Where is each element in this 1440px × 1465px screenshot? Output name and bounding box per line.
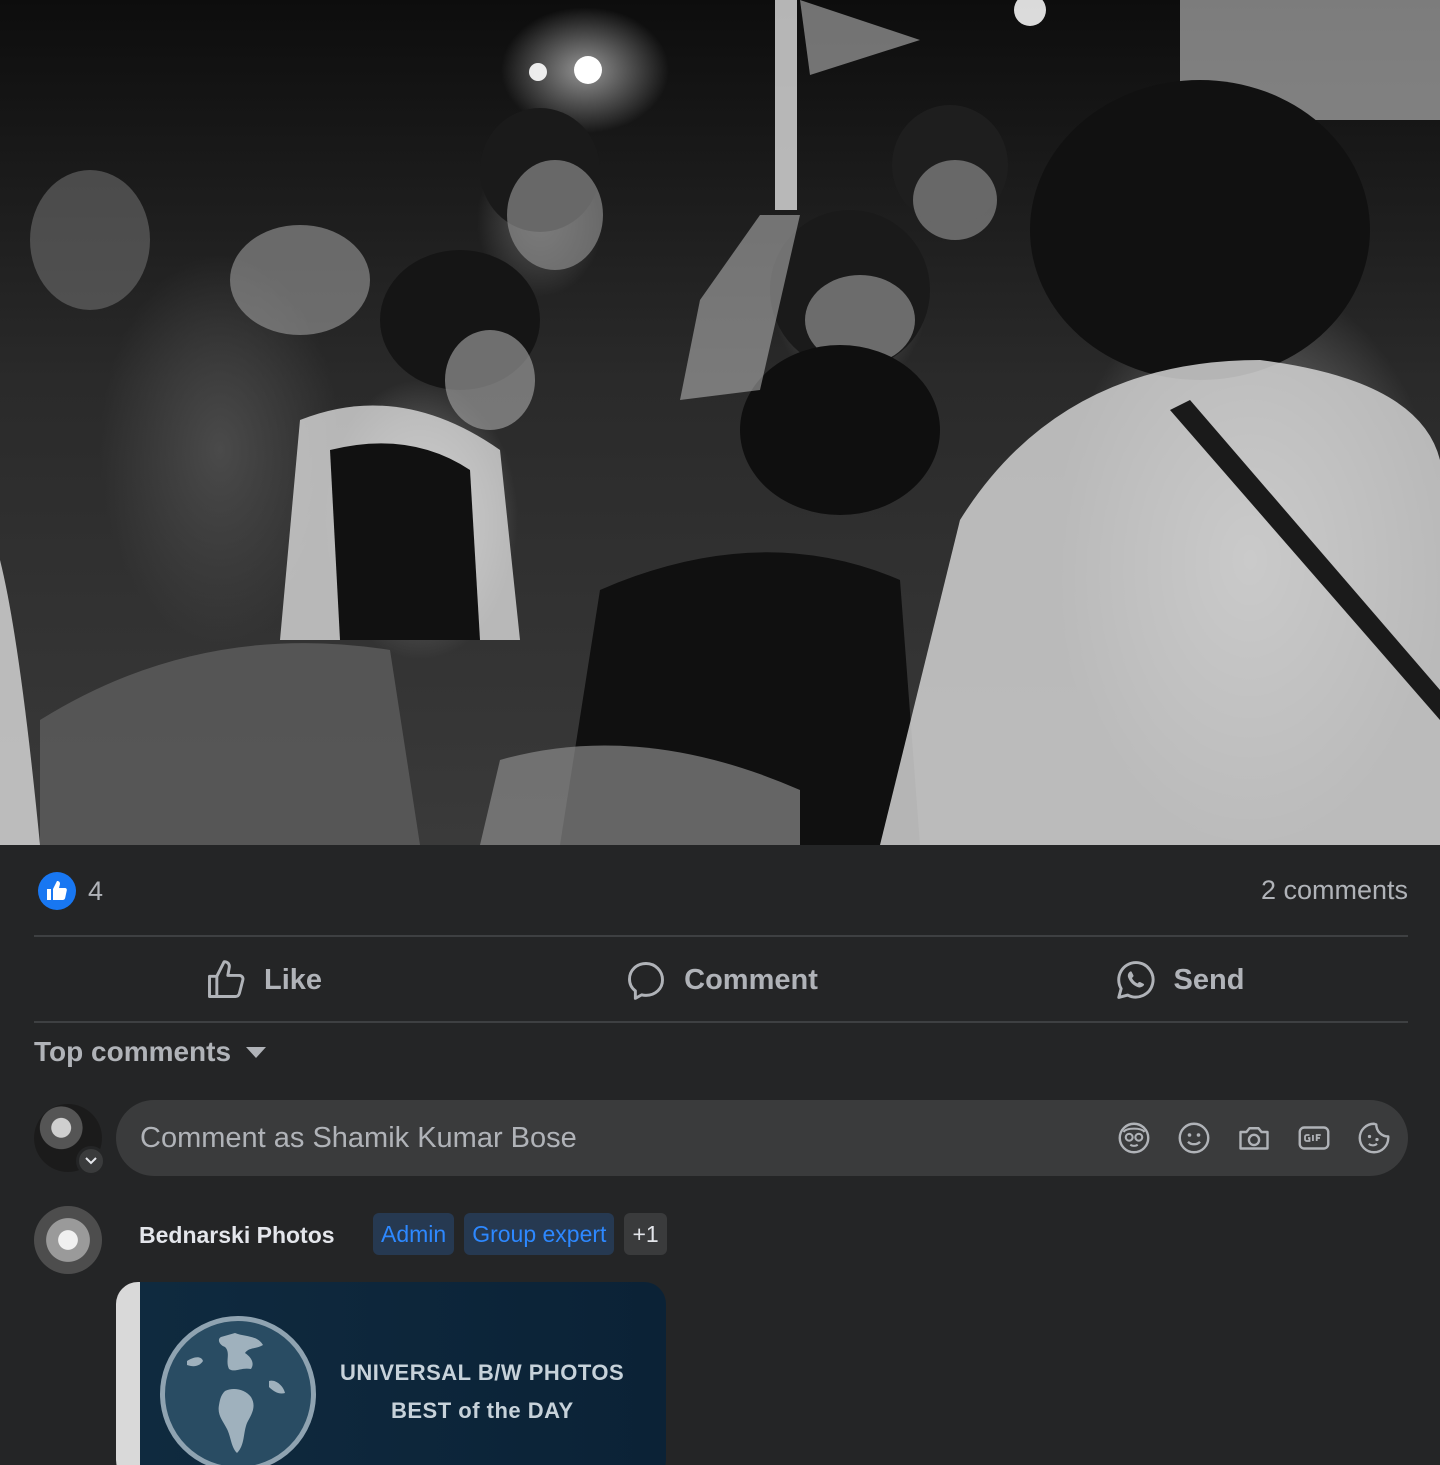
globe-icon	[160, 1316, 316, 1465]
thumbs-up-icon	[208, 960, 245, 998]
more-badges[interactable]: +1	[624, 1213, 667, 1255]
award-subtitle: BEST of the DAY	[391, 1398, 574, 1423]
comment-label: Comment	[684, 963, 818, 996]
comment-award-image[interactable]: UNIVERSAL B/W PHOTOS BEST of the DAY	[116, 1282, 666, 1465]
like-reaction-icon[interactable]	[38, 872, 76, 910]
post-photo[interactable]	[0, 0, 1440, 845]
comment-sort-dropdown[interactable]: Top comments	[34, 1036, 267, 1068]
post-actions: Like Comment Send	[34, 942, 1408, 1018]
profile-switch-chevron-icon[interactable]	[76, 1146, 106, 1176]
commenter-badges: Admin Group expert +1	[373, 1213, 667, 1255]
reaction-count[interactable]: 4	[88, 876, 103, 907]
divider	[34, 1021, 1408, 1023]
caret-down-icon	[246, 1047, 267, 1058]
like-button[interactable]: Like	[34, 942, 492, 1018]
sticker-icon[interactable]	[1356, 1118, 1392, 1158]
comment-count[interactable]: 2 comments	[1261, 875, 1408, 906]
post-stats: 4 2 comments	[34, 868, 1408, 912]
emoji-icon[interactable]	[1176, 1118, 1212, 1158]
commenter-avatar[interactable]	[34, 1206, 102, 1274]
avatar-sticker-icon[interactable]	[1116, 1118, 1152, 1158]
group-expert-badge[interactable]: Group expert	[464, 1213, 615, 1255]
comment-input[interactable]: Comment as Shamik Kumar Bose	[116, 1100, 1408, 1176]
admin-badge[interactable]: Admin	[373, 1213, 455, 1255]
send-label: Send	[1173, 963, 1245, 996]
camera-icon[interactable]	[1236, 1118, 1272, 1158]
commenter-name[interactable]: Bednarski Photos	[139, 1222, 335, 1249]
comment-sort-label: Top comments	[34, 1036, 232, 1067]
photo-crowd-scene	[0, 0, 1440, 845]
composer-icons	[1116, 1118, 1392, 1158]
comment-button[interactable]: Comment	[492, 942, 950, 1018]
comment-bubble-icon	[628, 962, 665, 1000]
like-label: Like	[263, 963, 323, 996]
comment-input-placeholder: Comment as Shamik Kumar Bose	[140, 1122, 577, 1154]
award-title: UNIVERSAL B/W PHOTOS	[340, 1360, 625, 1385]
whatsapp-icon	[1116, 961, 1155, 999]
gif-icon[interactable]	[1296, 1118, 1332, 1158]
send-button[interactable]: Send	[950, 942, 1408, 1018]
divider	[34, 935, 1408, 937]
